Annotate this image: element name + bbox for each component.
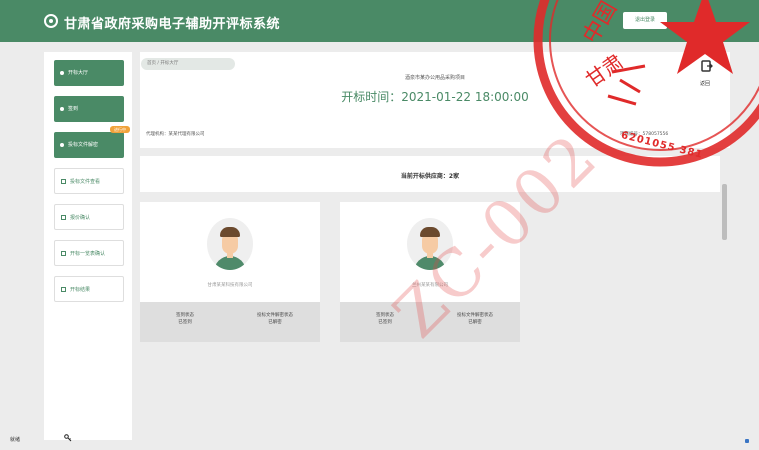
- system-title: 甘肃省政府采购电子辅助开评标系统: [64, 17, 281, 32]
- dot-icon: [60, 142, 64, 147]
- decrypt-status-label: 投标文件解密状态: [257, 313, 293, 318]
- sidebar-item-quote-confirm[interactable]: 报价确认: [54, 204, 124, 230]
- sidebar-item-label: 签到: [68, 106, 79, 112]
- sidebar-item-result[interactable]: 开标结果: [54, 276, 124, 302]
- square-icon: [61, 287, 66, 292]
- logout-button[interactable]: 退出登录: [623, 12, 667, 29]
- sidebar-item-view-files[interactable]: 投标文件查看: [54, 168, 124, 194]
- bidder-status-footer: 签到状态 已签到 投标文件解密状态 已解密: [140, 302, 320, 342]
- logo-icon: [44, 14, 58, 28]
- sidebar-item-label: 开标一览表确认: [70, 251, 106, 257]
- checkin-status-value: 已签到: [178, 320, 192, 325]
- square-icon: [61, 179, 66, 184]
- bidder-name: 甘肃某某科技有限公司: [207, 283, 253, 288]
- checkin-status-label: 签到状态: [176, 313, 194, 318]
- bidder-card[interactable]: 甘肃某某科技有限公司 签到状态 已签到 投标文件解密状态 已解密: [140, 202, 320, 342]
- sidebar-item-decrypt[interactable]: 投标文件解密 进行中: [54, 126, 130, 158]
- scrollbar-thumb[interactable]: [722, 184, 727, 240]
- breadcrumb[interactable]: 首页 / 开标大厅: [141, 58, 235, 70]
- square-icon: [61, 251, 66, 256]
- decrypt-status-value: 已解密: [268, 320, 282, 325]
- sidebar-item-hall[interactable]: 开标大厅: [54, 60, 124, 86]
- checkin-status: 签到状态 已签到: [140, 312, 230, 326]
- sidebar-item-summary-confirm[interactable]: 开标一览表确认: [54, 240, 124, 266]
- decrypt-status: 投标文件解密状态 已解密: [230, 312, 320, 326]
- sidebar-item-label: 开标结果: [70, 287, 91, 293]
- sidebar-item-label: 投标文件解密: [68, 142, 99, 148]
- sidebar-item-label: 报价确认: [70, 215, 91, 221]
- avatar: [207, 218, 253, 270]
- project-name: 酒泉市某办公用品采购项目: [404, 75, 465, 81]
- dot-icon: [60, 106, 64, 111]
- open-time: 开标时间：2021-01-22 18:00:00: [341, 90, 529, 104]
- status-text: 就绪: [10, 437, 21, 443]
- agency-text: 代理机构：某某代理有限公司: [146, 132, 205, 137]
- sidebar-item-label: 开标大厅: [68, 70, 89, 76]
- status-badge: 进行中: [110, 126, 130, 133]
- sidebar-item-label: 投标文件查看: [70, 179, 101, 185]
- dot-icon: [60, 70, 64, 75]
- back-button-label[interactable]: 返回: [700, 80, 710, 87]
- status-indicator: [745, 439, 749, 443]
- sidebar-item-checkin[interactable]: 签到: [54, 96, 124, 122]
- sidebar: 开标大厅 签到 投标文件解密 进行中 投标文件查看 报价确认 开标一览表确认 开…: [44, 52, 132, 440]
- key-icon: [64, 434, 72, 442]
- square-icon: [61, 215, 66, 220]
- back-icon[interactable]: [701, 60, 713, 72]
